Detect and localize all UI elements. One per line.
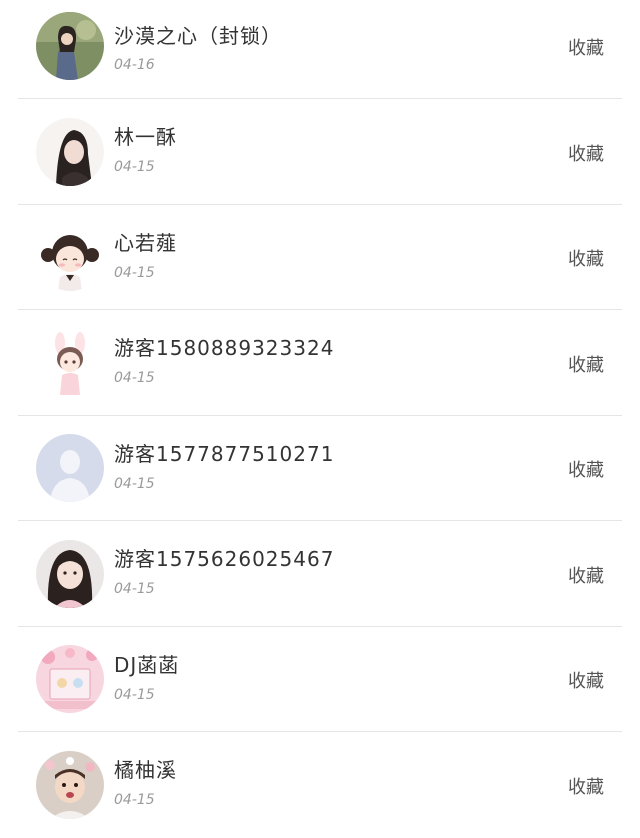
photo-child-flowers-icon (36, 750, 104, 819)
collect-button[interactable]: 收藏 (568, 456, 604, 482)
collect-button[interactable]: 收藏 (568, 351, 604, 377)
avatar[interactable] (36, 328, 104, 397)
list-item[interactable]: 游客1577877510271 04-15 收藏 (0, 416, 640, 522)
list-item[interactable]: 游客1575626025467 04-15 收藏 (0, 521, 640, 627)
collect-button[interactable]: 收藏 (568, 245, 604, 271)
collect-button[interactable]: 收藏 (568, 34, 604, 60)
collect-button[interactable]: 收藏 (568, 562, 604, 588)
collect-button[interactable]: 收藏 (568, 667, 604, 693)
photo-woman-outdoor-icon (36, 12, 104, 80)
user-date: 04-15 (114, 370, 155, 386)
anime-girl-buns-icon (36, 223, 104, 292)
user-name: 游客1580889323324 (114, 336, 335, 360)
collect-button[interactable]: 收藏 (568, 140, 604, 166)
user-name: 橘柚溪 (114, 758, 177, 782)
user-name: 沙漠之心（封锁） (114, 24, 282, 48)
list-item[interactable]: 游客1580889323324 04-15 收藏 (0, 310, 640, 416)
user-date: 04-15 (114, 159, 155, 175)
list-item[interactable]: 林一酥 04-15 收藏 (0, 99, 640, 205)
list-item[interactable]: 心若薤 04-15 收藏 (0, 205, 640, 311)
avatar[interactable] (36, 539, 104, 608)
default-person-icon (36, 434, 104, 503)
user-date: 04-15 (114, 792, 155, 808)
list-item[interactable]: 橘柚溪 04-15 收藏 (0, 732, 640, 838)
avatar[interactable] (36, 12, 104, 80)
user-name: DJ菡菡 (114, 652, 180, 677)
avatar[interactable] (36, 645, 104, 714)
user-name: 游客1575626025467 (114, 547, 335, 571)
photo-woman-long-hair-icon (36, 117, 104, 186)
user-list: 沙漠之心（封锁） 04-16 收藏 林一酥 04-15 收藏 心若薤 04-15… (0, 0, 640, 838)
anime-girl-bunny-icon (36, 328, 104, 397)
list-item[interactable]: 沙漠之心（封锁） 04-16 收藏 (0, 0, 640, 99)
user-name: 游客1577877510271 (114, 441, 335, 466)
photo-girl-selfie-icon (36, 539, 104, 608)
avatar[interactable] (36, 434, 104, 503)
user-date: 04-16 (114, 57, 155, 73)
list-item[interactable]: DJ菡菡 04-15 收藏 (0, 627, 640, 733)
user-date: 04-15 (114, 581, 155, 597)
collect-button[interactable]: 收藏 (568, 773, 604, 799)
avatar[interactable] (36, 223, 104, 292)
pink-floral-illustration-icon (36, 645, 104, 714)
user-date: 04-15 (114, 475, 155, 492)
avatar[interactable] (36, 117, 104, 186)
user-name: 心若薤 (114, 230, 177, 255)
avatar[interactable] (36, 750, 104, 819)
user-date: 04-15 (114, 686, 155, 703)
user-name: 林一酥 (114, 125, 177, 149)
user-date: 04-15 (114, 264, 155, 281)
